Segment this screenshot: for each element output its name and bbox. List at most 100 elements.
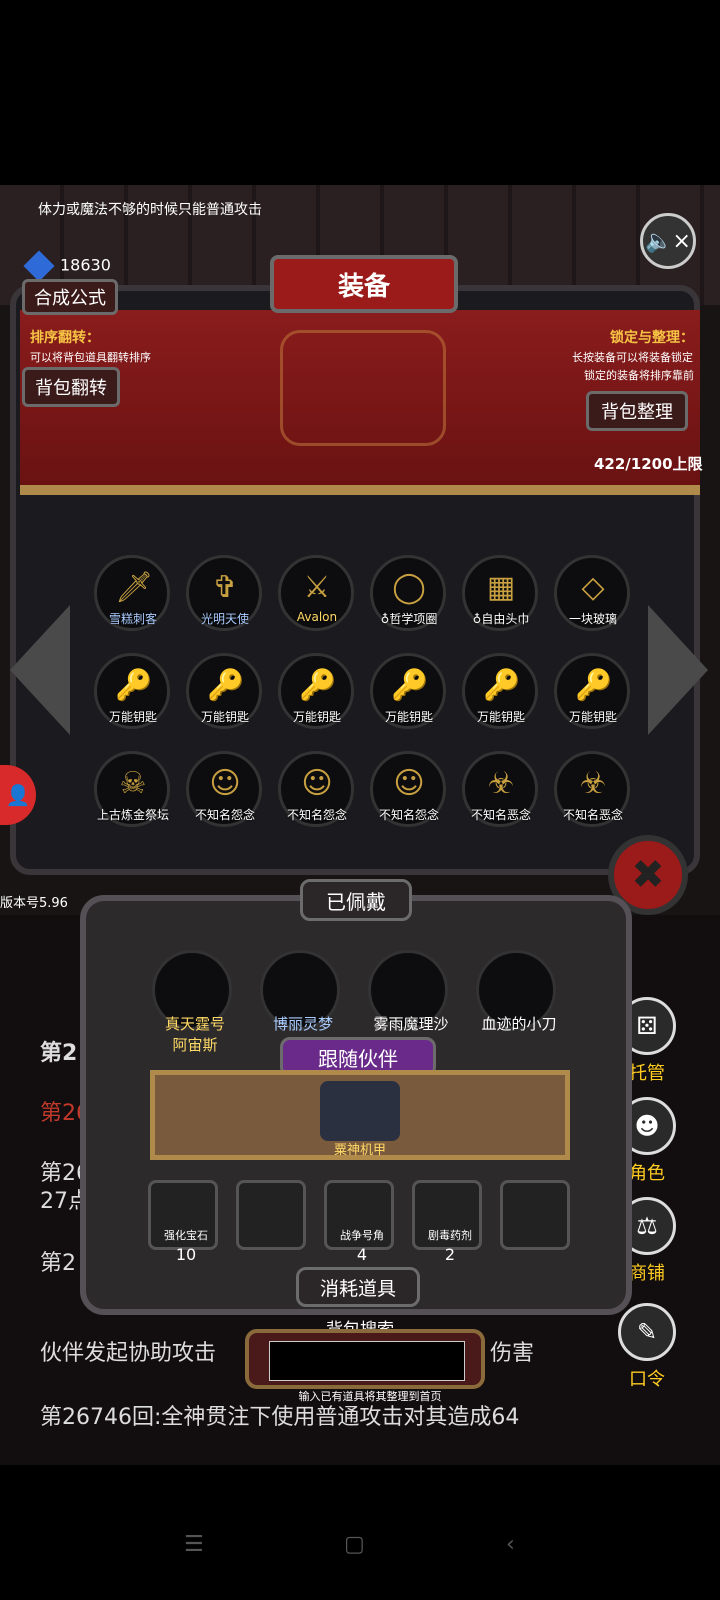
inventory-slot[interactable]: ☠ 上古炼金祭坛 (94, 751, 170, 827)
sort-button[interactable]: 背包整理 (586, 391, 688, 431)
inventory-item-label: 不知名怨念 (194, 808, 255, 822)
inventory-item-label: 光明天使 (200, 612, 249, 626)
consumable-slot[interactable]: 剧毒药剂 2 (412, 1180, 482, 1264)
ghost-icon: ☺ (209, 766, 241, 801)
page-title: 装备 (270, 255, 458, 313)
equipped-slot[interactable]: 血迹的小刀 (476, 950, 557, 1033)
demon-icon: ☣ (579, 766, 607, 801)
lock-hint-title: 锁定与整理： (610, 330, 694, 346)
equipped-item-name: 真天霆号 (164, 1015, 225, 1033)
sort-hint-title: 排序翻转： (30, 330, 100, 346)
equipped-item-label: 血迹的小刀 (459, 1013, 579, 1034)
inventory-item-label: ♁哲学项圈 (380, 612, 438, 626)
inventory-slot[interactable]: 🔑 万能钥匙 (186, 653, 262, 729)
inventory-slot[interactable]: ✞ 光明天使 (186, 555, 262, 631)
consumable-slot[interactable] (500, 1180, 570, 1250)
consumable-label: 剧毒药剂 (428, 1229, 472, 1242)
game-screen: 第2 第26 第26 27点 第2 伙伴发起协助攻击 伤害 第26746回:全神… (0, 185, 720, 1465)
inventory-slot[interactable]: 🔑 万能钥匙 (370, 653, 446, 729)
consumable-label: 强化宝石 (164, 1229, 208, 1242)
demon-icon: ☣ (487, 766, 515, 801)
inventory-slot[interactable]: ☣ 不知名恶念 (462, 751, 538, 827)
inventory-slot[interactable]: 🔑 万能钥匙 (278, 653, 354, 729)
inventory-slot[interactable]: ☺ 不知名怨念 (186, 751, 262, 827)
inventory-item-label: 雪糕刺客 (108, 612, 157, 626)
equipped-slot[interactable]: 雾雨魔理沙 (368, 950, 449, 1033)
equipped-title: 已佩戴 (300, 879, 412, 921)
consumable-count: 2 (444, 1245, 456, 1264)
inventory-slot[interactable]: ☺ 不知名怨念 (278, 751, 354, 827)
search-input[interactable] (269, 1341, 465, 1381)
inventory-item-label: 万能钥匙 (384, 710, 433, 724)
ghost-icon: ☺ (393, 766, 425, 801)
reverse-button[interactable]: 背包翻转 (22, 367, 120, 407)
capacity-label: 422/1200上限 (594, 455, 703, 473)
inventory-slot[interactable]: ▦ ♁自由头巾 (462, 555, 538, 631)
key-icon: 🔑 (391, 668, 429, 703)
inventory-slot[interactable]: ◯ ♁哲学项圈 (370, 555, 446, 631)
skull-altar-icon: ☠ (119, 766, 147, 801)
equipped-slot[interactable]: 真天霆号 阿宙斯 (152, 950, 232, 1054)
side-item-label: 口令 (629, 1369, 665, 1390)
compose-button[interactable]: 合成公式 (22, 279, 118, 315)
bandana-icon: ▦ (486, 570, 516, 605)
equipped-item-name: 博丽灵梦 (272, 1015, 333, 1033)
key-icon: 🔑 (115, 668, 153, 703)
inventory-item-label: ♁自由头巾 (472, 612, 530, 626)
inventory-slot[interactable]: 🔑 万能钥匙 (554, 653, 630, 729)
equipped-item-label: 博丽灵梦 (243, 1013, 363, 1034)
gem-count: 18630 (60, 255, 111, 275)
inventory-slot[interactable]: ◇ 一块玻璃 (554, 555, 630, 631)
consumable-slot[interactable]: 强化宝石 10 (148, 1180, 218, 1264)
crossed-swords-emblem-icon (280, 330, 446, 446)
equipped-item-name: 雾雨魔理沙 (373, 1015, 449, 1033)
consumable-count: 4 (356, 1245, 368, 1264)
inventory-item-label: 万能钥匙 (200, 710, 249, 724)
dagger-icon: 🗡 (115, 570, 154, 605)
companion-slot[interactable]: 粟神机甲 (150, 1070, 570, 1160)
inventory-slot[interactable]: 🔑 万能钥匙 (94, 653, 170, 729)
inventory-item-label: 万能钥匙 (292, 710, 341, 724)
key-icon: 🔑 (483, 668, 521, 703)
angel-icon: ✞ (212, 570, 238, 605)
mute-button[interactable]: 🔈× (640, 213, 696, 269)
equipped-item-name-2: 阿宙斯 (172, 1036, 218, 1054)
side-item-label: 托管 (629, 1063, 665, 1084)
inventory-item-label: 不知名怨念 (286, 808, 347, 822)
search-box (245, 1329, 485, 1389)
key-icon: 🔑 (207, 668, 245, 703)
version-label: 版本号5.96 (0, 896, 68, 911)
scroll-icon: ✎ (618, 1303, 676, 1361)
user-icon: 👤 (5, 783, 31, 807)
consumables-title: 消耗道具 (296, 1267, 420, 1307)
inventory-slot[interactable]: ☺ 不知名怨念 (370, 751, 446, 827)
inventory-slot[interactable]: 🔑 万能钥匙 (462, 653, 538, 729)
equipped-item-label: 雾雨魔理沙 (351, 1013, 471, 1034)
back-icon[interactable]: ‹ (506, 1532, 515, 1557)
inventory-item-label: 不知名恶念 (470, 808, 531, 822)
lock-hint-desc: 长按装备可以将装备锁定 (572, 351, 693, 364)
glass-icon: ◇ (581, 570, 605, 605)
gem-icon (23, 250, 55, 282)
consumable-slot[interactable]: 战争号角 4 (324, 1180, 394, 1264)
sort-hint-desc: 可以将背包道具翻转排序 (30, 351, 151, 364)
log-line: 第2 (40, 1041, 78, 1066)
side-item-code[interactable]: ✎ 口令 (612, 1303, 682, 1391)
mech-icon (320, 1081, 400, 1141)
log-line: 伙伴发起协助攻击 (40, 1341, 217, 1366)
equipped-slot[interactable]: 博丽灵梦 (260, 950, 340, 1033)
inventory-slot[interactable]: ⚔ Avalon (278, 555, 354, 631)
menu-icon[interactable]: ☰ (184, 1532, 204, 1557)
inventory-item-label: 不知名恶念 (562, 808, 623, 822)
inventory-item-label: 一块玻璃 (568, 612, 617, 626)
consumable-label: 战争号角 (340, 1229, 384, 1242)
close-icon: ✖ (631, 852, 665, 898)
consumable-slot[interactable] (236, 1180, 306, 1250)
inventory-item-label: 万能钥匙 (476, 710, 525, 724)
inventory-slot[interactable]: 🗡 雪糕刺客 (94, 555, 170, 631)
inventory-slot[interactable]: ☣ 不知名恶念 (554, 751, 630, 827)
speaker-mute-icon: 🔈× (645, 228, 691, 254)
side-item-label: 角色 (629, 1163, 665, 1184)
home-icon[interactable]: ▢ (344, 1532, 365, 1557)
inventory-item-label: 万能钥匙 (108, 710, 157, 724)
